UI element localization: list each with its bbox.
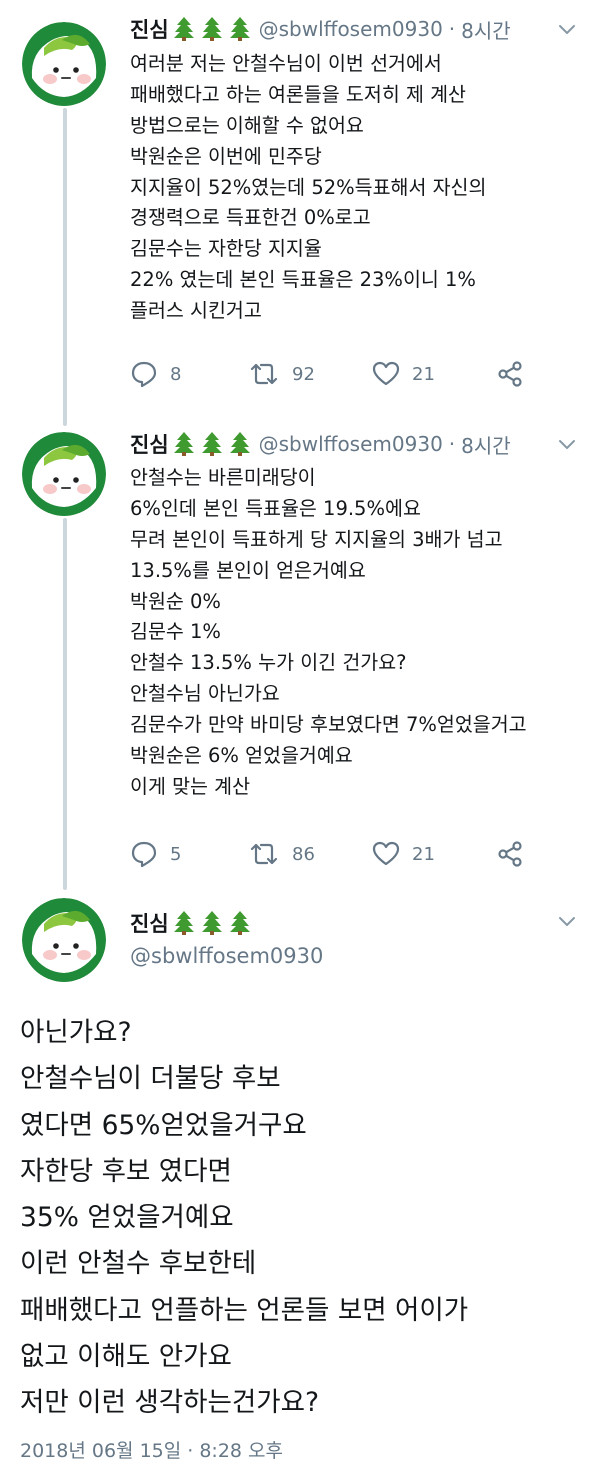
tweet-date: 2018년 06월 15일 · 8:28 오후 xyxy=(20,1440,284,1462)
display-name-row[interactable]: 진심 xyxy=(130,908,251,938)
tweet-line: 저만 이런 생각하는건가요? xyxy=(20,1387,320,1419)
focused-tweet: 진심 @sbwlffosem0930 아닌가요? 안철수님이 더불당 후보 였다… xyxy=(0,0,600,1484)
chevron-down-icon[interactable] xyxy=(556,910,578,932)
tweet-line: 아닌가요? xyxy=(20,1017,132,1048)
tweet-line: 안철수님이 더불당 후보 xyxy=(20,1063,281,1095)
tree-icon xyxy=(173,911,195,935)
user-handle[interactable]: @sbwlffosem0930 xyxy=(130,944,323,968)
display-name[interactable]: 진심 xyxy=(130,908,169,938)
tweet-line: 패배했다고 언플하는 언론들 보면 어이가 xyxy=(20,1294,469,1326)
tweet-text: 아닌가요? 안철수님이 더불당 후보 였다면 65%얻었을거구요 자한당 후보 … xyxy=(20,1010,468,1427)
tweet-line: 35% 얻었을거예요 xyxy=(20,1202,234,1234)
tree-emojis xyxy=(173,911,251,935)
tree-icon xyxy=(201,911,223,935)
tweet-line: 없고 이해도 안가요 xyxy=(20,1341,232,1373)
tweet-line: 자한당 후보 였다면 xyxy=(20,1155,232,1187)
avatar[interactable] xyxy=(22,898,106,982)
tree-icon xyxy=(229,911,251,935)
tweet-line: 이런 안철수 후보한테 xyxy=(20,1248,257,1280)
tweet-line: 였다면 65%얻었을거구요 xyxy=(20,1109,307,1141)
